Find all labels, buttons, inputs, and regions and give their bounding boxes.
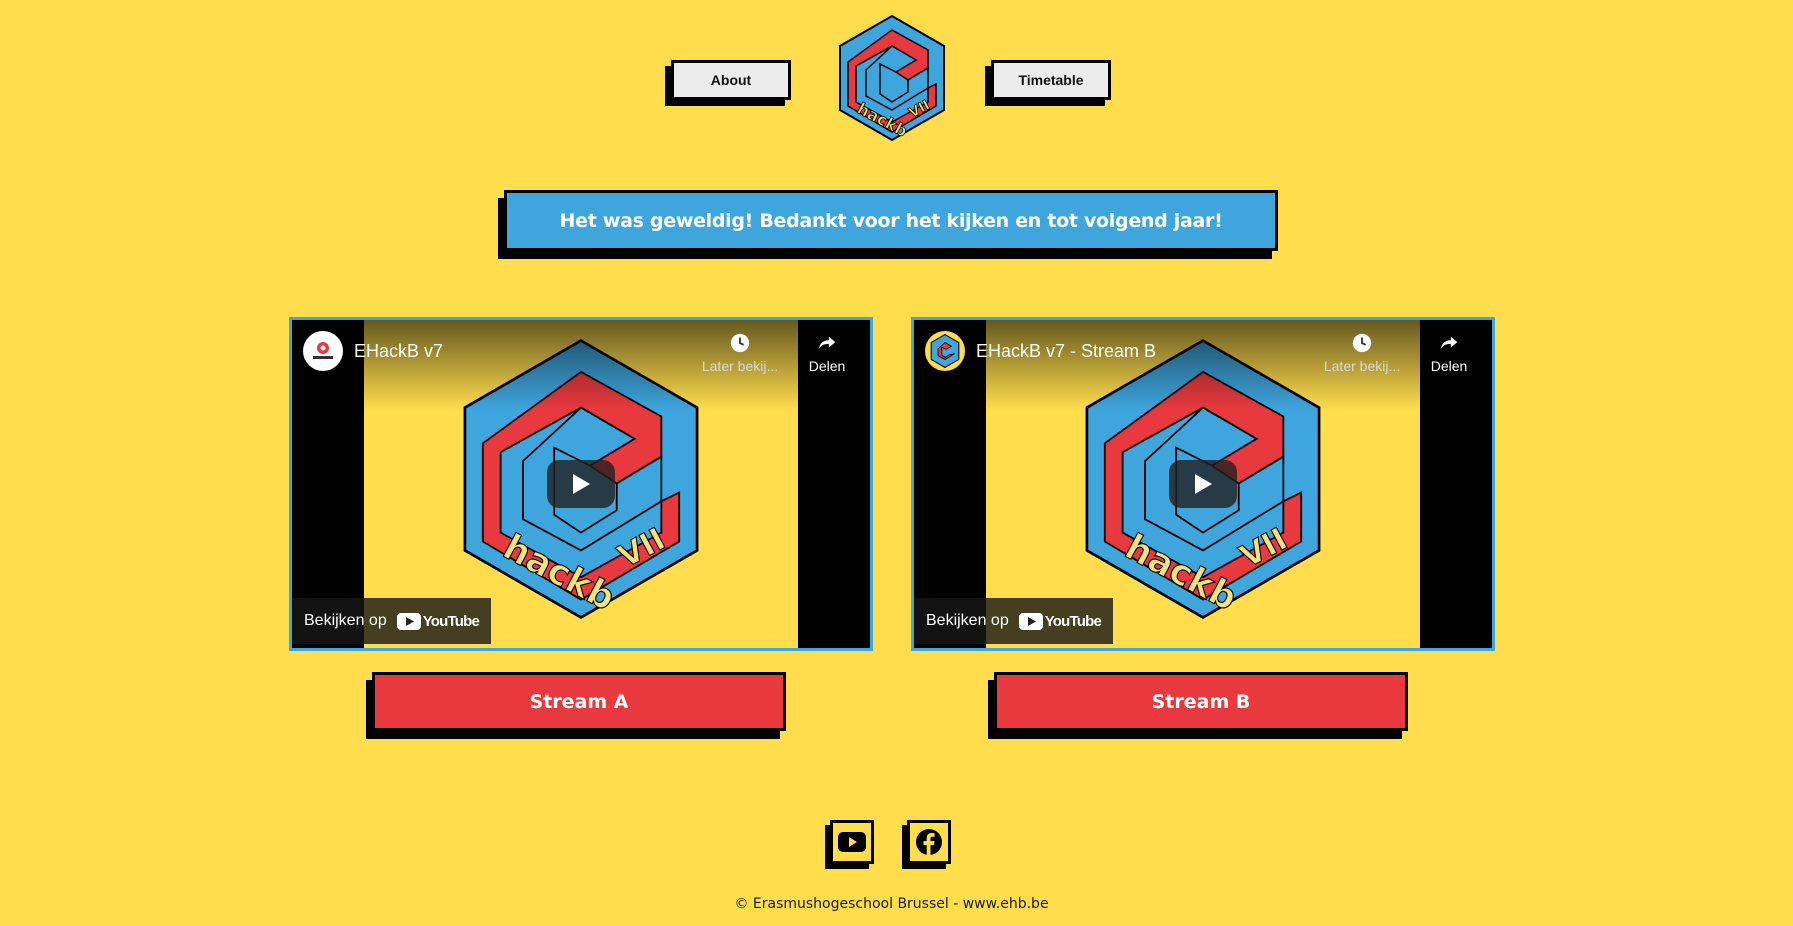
stream-b-button[interactable]: Stream B — [994, 672, 1408, 731]
watch-on-label: Bekijken op — [926, 612, 1009, 629]
watch-later-button[interactable]: Later bekij... — [700, 332, 780, 374]
share-label: Delen — [808, 358, 846, 374]
watch-on-youtube-button[interactable]: Bekijken op YouTube — [292, 598, 492, 644]
about-button[interactable]: About — [671, 60, 791, 100]
watch-on-label: Bekijken op — [304, 612, 387, 629]
facebook-social-link[interactable] — [902, 820, 952, 870]
watch-on-youtube-button[interactable]: Bekijken op YouTube — [914, 598, 1114, 644]
youtube-wordmark: YouTube — [1018, 612, 1102, 630]
youtube-social-button[interactable] — [830, 820, 874, 864]
play-icon — [573, 474, 590, 494]
play-icon — [1195, 474, 1212, 494]
stream-b-wrap: Stream B — [988, 672, 1408, 739]
youtube-icon — [838, 832, 866, 852]
video-player-stream-b[interactable]: hackb VII EHackB v7 - Stream B Later bek… — [911, 317, 1495, 651]
facebook-social-button[interactable] — [907, 820, 951, 864]
channel-avatar[interactable] — [303, 331, 343, 371]
ehackb-avatar-icon — [930, 334, 960, 368]
play-button[interactable] — [1169, 460, 1237, 508]
ehackb-logo[interactable]: hackb VII — [836, 14, 948, 142]
youtube-play-icon — [396, 612, 421, 630]
watch-later-label: Later bekij... — [701, 358, 779, 374]
share-icon — [1440, 336, 1458, 350]
youtube-wordmark: YouTube — [396, 612, 480, 630]
youtube-label: YouTube — [1044, 612, 1102, 630]
stream-a-wrap: Stream A — [366, 672, 786, 739]
share-button[interactable]: Delen — [802, 332, 852, 374]
facebook-icon — [916, 829, 942, 855]
youtube-label: YouTube — [422, 612, 480, 630]
video-title[interactable]: EHackB v7 — [354, 341, 443, 362]
about-nav: About — [665, 60, 791, 107]
youtube-social-link[interactable] — [825, 820, 875, 870]
share-icon — [818, 336, 836, 350]
video-title[interactable]: EHackB v7 - Stream B — [976, 341, 1156, 362]
timetable-nav: Timetable — [985, 60, 1111, 107]
clock-icon — [1352, 333, 1372, 353]
share-label: Delen — [1430, 358, 1468, 374]
video-top-shade — [914, 320, 1492, 410]
share-button[interactable]: Delen — [1424, 332, 1474, 374]
video-player-stream-a[interactable]: hackb VII EHackB v7 Later bekij... Delen… — [289, 317, 873, 651]
erasmus-logo-icon — [313, 342, 333, 359]
footer-copyright: © Erasmushogeschool Brussel - www.ehb.be — [734, 896, 1049, 912]
youtube-play-icon — [1018, 612, 1043, 630]
banner-message: Het was geweldig! Bedankt voor het kijke… — [504, 190, 1278, 251]
watch-later-button[interactable]: Later bekij... — [1322, 332, 1402, 374]
clock-icon — [730, 333, 750, 353]
timetable-button[interactable]: Timetable — [991, 60, 1111, 100]
play-button[interactable] — [547, 460, 615, 508]
watch-later-label: Later bekij... — [1323, 358, 1401, 374]
video-top-shade — [292, 320, 870, 410]
stream-a-button[interactable]: Stream A — [372, 672, 786, 731]
channel-avatar[interactable] — [925, 331, 965, 371]
banner: Het was geweldig! Bedankt voor het kijke… — [498, 190, 1278, 259]
